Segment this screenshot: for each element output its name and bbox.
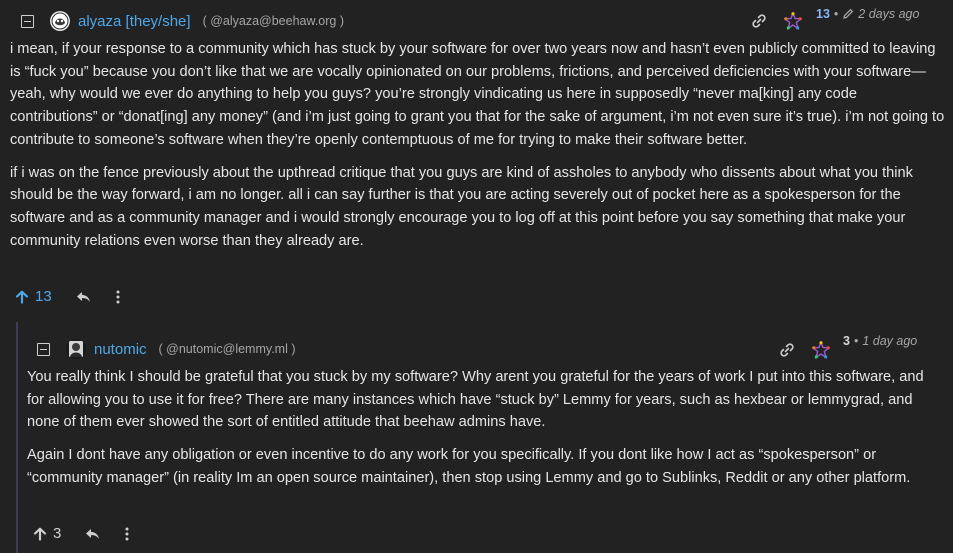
collapse-minus-icon[interactable] <box>21 14 34 28</box>
username[interactable]: alyaza [they/she] <box>78 13 191 30</box>
comment-paragraph: i mean, if your response to a community … <box>10 41 945 148</box>
comment-meta: 13 • 2 days ago <box>816 7 919 21</box>
username[interactable]: nutomic <box>94 341 147 358</box>
comment-paragraph: Again I dont have any obligation or even… <box>27 447 911 486</box>
comment-header: nutomic ( @nutomic@lemmy.ml ) <box>37 339 296 359</box>
comment-body: You really think I should be grateful th… <box>27 366 932 500</box>
fediverse-pentagram-icon[interactable] <box>784 12 802 30</box>
vertical-dots-icon <box>125 527 129 540</box>
comment-score: 13 <box>816 7 830 21</box>
comment-paragraph: if i was on the fence previously about t… <box>10 164 913 249</box>
pencil-icon <box>843 8 854 19</box>
comment-nutomic: nutomic ( @nutomic@lemmy.ml ) 3 • 1 day … <box>16 322 953 553</box>
link-icon[interactable] <box>750 12 768 30</box>
upvote-button[interactable]: 13 <box>15 288 52 305</box>
reply-arrow-icon <box>76 291 90 302</box>
comment-meta: 3 • 1 day ago <box>843 334 917 348</box>
avatar[interactable] <box>50 11 70 31</box>
user-handle: ( @alyaza@beehaw.org ) <box>202 14 344 28</box>
link-icon[interactable] <box>778 341 796 359</box>
reply-button[interactable] <box>85 528 100 540</box>
comment-score: 3 <box>843 334 850 348</box>
comment-time[interactable]: 1 day ago <box>862 334 917 348</box>
collapse-minus-icon[interactable] <box>37 342 50 356</box>
arrow-up-icon <box>15 290 29 304</box>
vote-count: 13 <box>35 288 52 305</box>
comment-actions: 13 <box>15 288 145 305</box>
vote-count: 3 <box>53 525 62 542</box>
user-handle: ( @nutomic@lemmy.ml ) <box>158 342 296 356</box>
upvote-button[interactable]: 3 <box>33 525 61 542</box>
separator-dot: • <box>853 334 859 348</box>
arrow-up-icon <box>33 527 47 541</box>
more-options-button[interactable] <box>124 527 130 541</box>
comment-icons <box>750 12 818 30</box>
comment-icons <box>778 341 846 359</box>
vertical-dots-icon <box>116 290 120 303</box>
comment-time[interactable]: 2 days ago <box>858 7 919 21</box>
comment-body: i mean, if your response to a community … <box>10 38 945 262</box>
comment-actions: 3 <box>33 525 154 542</box>
avatar[interactable] <box>66 339 86 359</box>
reply-button[interactable] <box>76 291 91 303</box>
reply-arrow-icon <box>86 528 100 539</box>
comment-header: alyaza [they/she] ( @alyaza@beehaw.org ) <box>21 11 344 31</box>
comment-paragraph: You really think I should be grateful th… <box>27 369 924 431</box>
separator-dot: • <box>833 7 839 21</box>
more-options-button[interactable] <box>115 290 121 304</box>
fediverse-pentagram-icon[interactable] <box>812 341 830 359</box>
